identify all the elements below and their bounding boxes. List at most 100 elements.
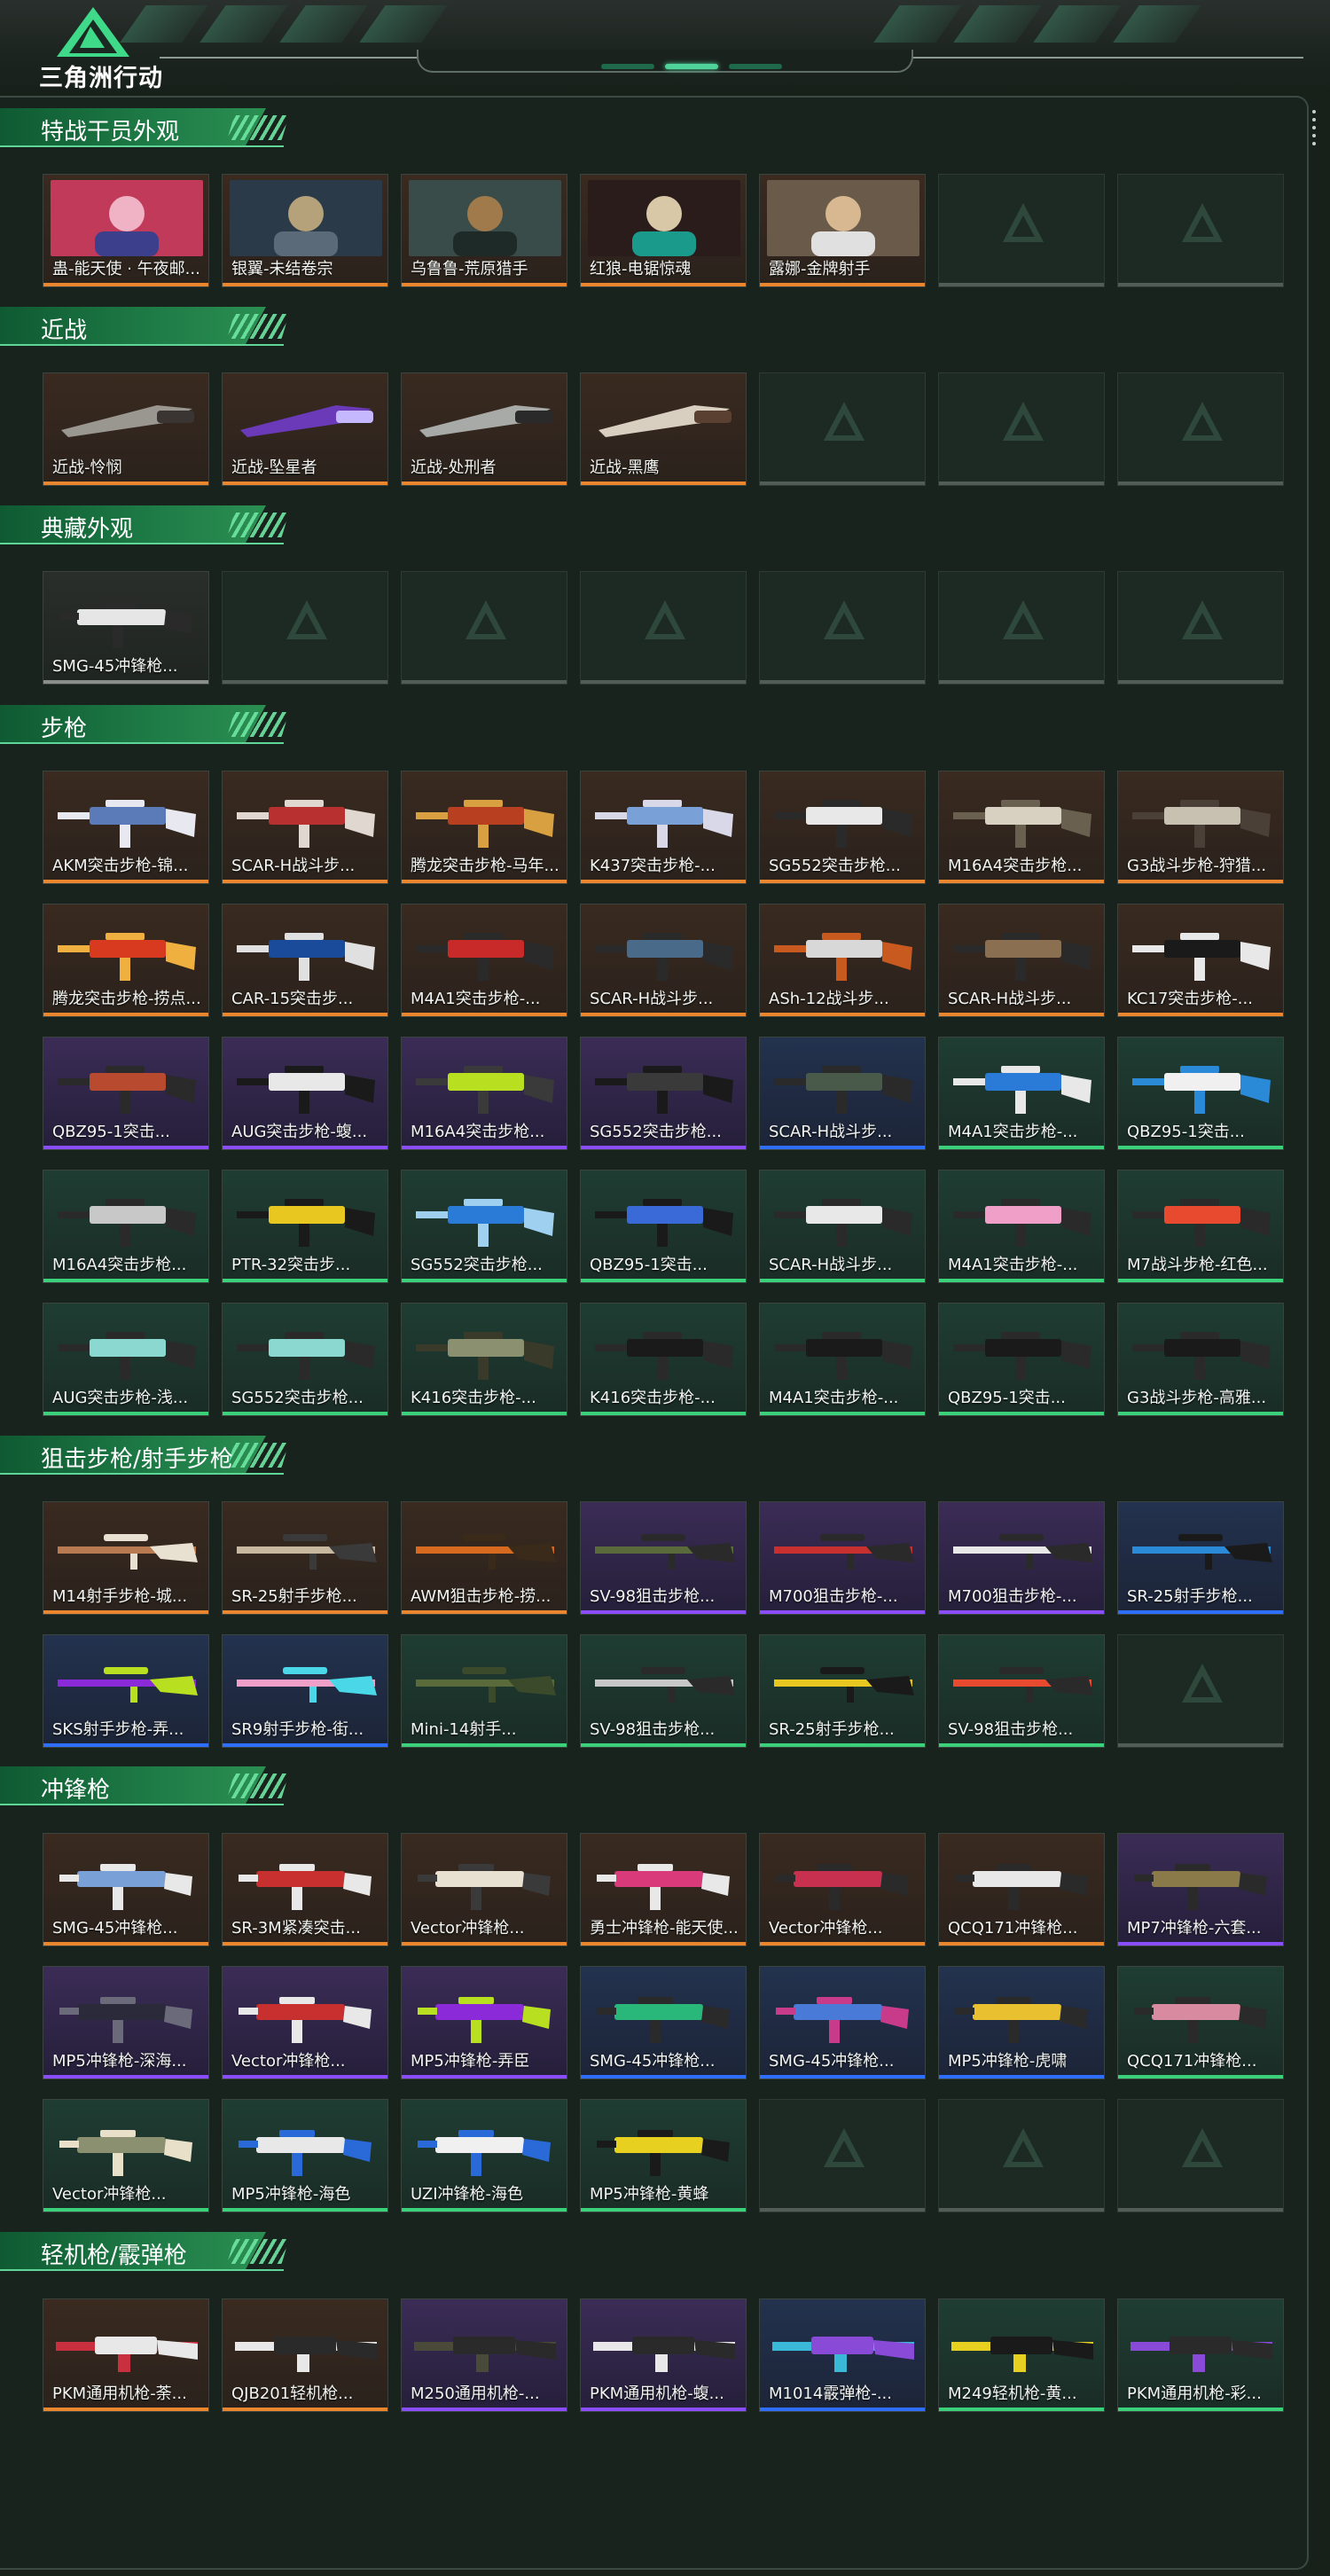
- item-name-label: SCAR-H战斗步...: [769, 1256, 893, 1274]
- skin-item-card[interactable]: SKS射手步枪-弄...: [43, 1634, 209, 1748]
- skin-item-card[interactable]: SV-98狙击步枪...: [580, 1634, 747, 1748]
- skin-item-card[interactable]: PTR-32突击步...: [222, 1170, 388, 1283]
- operator-portrait: [588, 180, 740, 256]
- skin-item-card[interactable]: M16A4突击步枪...: [938, 771, 1105, 884]
- skin-item-card[interactable]: SR-25射手步枪...: [1117, 1501, 1284, 1615]
- skin-item-card[interactable]: 露娜-金牌射手: [759, 174, 926, 287]
- skin-item-card[interactable]: SG552突击步枪...: [759, 771, 926, 884]
- skin-item-card[interactable]: SR-25射手步枪...: [759, 1634, 926, 1748]
- skin-item-card[interactable]: ASh-12战斗步...: [759, 904, 926, 1017]
- skin-item-card[interactable]: M4A1突击步枪-...: [938, 1170, 1105, 1283]
- skin-item-card[interactable]: Vector冲锋枪...: [759, 1833, 926, 1946]
- skin-item-card[interactable]: SV-98狙击步枪...: [580, 1501, 747, 1615]
- skin-item-card[interactable]: M700狙击步枪-...: [938, 1501, 1105, 1615]
- skin-item-card[interactable]: SMG-45冲锋枪...: [43, 1833, 209, 1946]
- skin-item-card[interactable]: SMG-45冲锋枪...: [43, 571, 209, 685]
- skin-item-card[interactable]: 蛊-能天使 · 午夜邮...: [43, 174, 209, 287]
- skin-item-card[interactable]: 乌鲁鲁-荒原猎手: [401, 174, 567, 287]
- sniper-icon: [774, 1667, 914, 1703]
- skin-item-card[interactable]: QJB201轻机枪...: [222, 2298, 388, 2412]
- skin-item-card[interactable]: SV-98狙击步枪...: [938, 1634, 1105, 1748]
- skin-item-card[interactable]: UZI冲锋枪-海色: [401, 2099, 567, 2212]
- skin-item-card[interactable]: Vector冲锋枪...: [43, 2099, 209, 2212]
- skin-item-card[interactable]: M700狙击步枪-...: [759, 1501, 926, 1615]
- skin-item-card[interactable]: MP5冲锋枪-海色: [222, 2099, 388, 2212]
- skin-item-card[interactable]: SCAR-H战斗步...: [759, 1037, 926, 1150]
- skin-item-card[interactable]: M4A1突击步枪-...: [401, 904, 567, 1017]
- skin-item-card[interactable]: 银翼-未结卷宗: [222, 174, 388, 287]
- skin-item-card[interactable]: 勇士冲锋枪-能天使...: [580, 1833, 747, 1946]
- skin-item-card[interactable]: MP5冲锋枪-深海...: [43, 1966, 209, 2079]
- skin-item-card[interactable]: QBZ95-1突击...: [938, 1303, 1105, 1416]
- skin-item-card[interactable]: Vector冲锋枪...: [222, 1966, 388, 2079]
- skin-item-card[interactable]: M1014霰弹枪-...: [759, 2298, 926, 2412]
- skin-item-card[interactable]: 近战-坠星者: [222, 372, 388, 486]
- skin-item-card[interactable]: QCQ171冲锋枪...: [938, 1833, 1105, 1946]
- skin-item-card[interactable]: MP7冲锋枪-六套...: [1117, 1833, 1284, 1946]
- skin-item-card[interactable]: CAR-15突击步...: [222, 904, 388, 1017]
- skin-item-card[interactable]: PKM通用机枪-彩...: [1117, 2298, 1284, 2412]
- rarity-bar: [581, 1279, 746, 1282]
- skin-item-card[interactable]: K416突击步枪-...: [580, 1303, 747, 1416]
- skin-item-card[interactable]: M4A1突击步枪-...: [938, 1037, 1105, 1150]
- skin-item-card[interactable]: KC17突击步枪-...: [1117, 904, 1284, 1017]
- skin-item-card[interactable]: 腾龙突击步枪-捞点...: [43, 904, 209, 1017]
- sniper-icon: [58, 1667, 198, 1703]
- skin-item-card[interactable]: MP5冲锋枪-黄蜂: [580, 2099, 747, 2212]
- skin-item-card[interactable]: Vector冲锋枪...: [401, 1833, 567, 1946]
- skin-item-card[interactable]: SCAR-H战斗步...: [580, 904, 747, 1017]
- item-name-label: MP5冲锋枪-深海...: [52, 2052, 187, 2071]
- skin-item-card[interactable]: AUG突击步枪-蝮...: [222, 1037, 388, 1150]
- skin-item-card[interactable]: SG552突击步枪...: [222, 1303, 388, 1416]
- skin-item-card[interactable]: M16A4突击步枪...: [43, 1170, 209, 1283]
- skin-item-card[interactable]: M7战斗步枪-红色...: [1117, 1170, 1284, 1283]
- skin-item-card[interactable]: QBZ95-1突击...: [580, 1170, 747, 1283]
- rarity-bar: [43, 283, 208, 286]
- skin-item-card[interactable]: M249轻机枪-黄...: [938, 2298, 1105, 2412]
- skin-item-card[interactable]: K416突击步枪-...: [401, 1303, 567, 1416]
- skin-item-card[interactable]: MP5冲锋枪-弄臣: [401, 1966, 567, 2079]
- rarity-bar: [760, 1942, 925, 1946]
- skin-item-card[interactable]: QCQ171冲锋枪...: [1117, 1966, 1284, 2079]
- skin-item-card[interactable]: M250通用机枪-...: [401, 2298, 567, 2412]
- skin-item-card[interactable]: AUG突击步枪-浅...: [43, 1303, 209, 1416]
- skin-item-card[interactable]: SMG-45冲锋枪...: [759, 1966, 926, 2079]
- skin-item-card[interactable]: M14射手步枪-城...: [43, 1501, 209, 1615]
- skin-item-card[interactable]: SG552突击步枪...: [580, 1037, 747, 1150]
- skin-item-card[interactable]: MP5冲锋枪-虎啸: [938, 1966, 1105, 2079]
- skin-item-card[interactable]: SCAR-H战斗步...: [222, 771, 388, 884]
- empty-slot-delta-icon: [1182, 402, 1223, 441]
- skin-item-card[interactable]: G3战斗步枪-高雅...: [1117, 1303, 1284, 1416]
- item-name-label: MP5冲锋枪-黄蜂: [590, 2185, 709, 2204]
- skin-item-card[interactable]: PKM通用机枪-蝮...: [580, 2298, 747, 2412]
- skin-item-card[interactable]: 近战-处刑者: [401, 372, 567, 486]
- skin-item-card[interactable]: SR9射手步枪-街...: [222, 1634, 388, 1748]
- skin-item-card[interactable]: SMG-45冲锋枪...: [580, 1966, 747, 2079]
- skin-item-card[interactable]: M16A4突击步枪...: [401, 1037, 567, 1150]
- slot-bottom-bar: [939, 482, 1104, 485]
- skin-item-card[interactable]: SR-3M紧凑突击...: [222, 1833, 388, 1946]
- skin-item-card[interactable]: M4A1突击步枪-...: [759, 1303, 926, 1416]
- skin-item-card[interactable]: 红狼-电锯惊魂: [580, 174, 747, 287]
- rarity-bar: [939, 1743, 1104, 1747]
- item-name-label: MP5冲锋枪-海色: [231, 2185, 351, 2204]
- skin-item-card[interactable]: G3战斗步枪-狩猎...: [1117, 771, 1284, 884]
- skin-item-card[interactable]: SR-25射手步枪...: [222, 1501, 388, 1615]
- skin-item-card[interactable]: AKM突击步枪-锦...: [43, 771, 209, 884]
- skin-item-card[interactable]: SG552突击步枪...: [401, 1170, 567, 1283]
- skin-item-card[interactable]: QBZ95-1突击...: [43, 1037, 209, 1150]
- item-name-label: M4A1突击步枪-...: [948, 1256, 1078, 1274]
- skin-item-card[interactable]: SCAR-H战斗步...: [759, 1170, 926, 1283]
- skin-item-card[interactable]: AWM狙击步枪-捞...: [401, 1501, 567, 1615]
- skin-item-card[interactable]: K437突击步枪-...: [580, 771, 747, 884]
- skin-item-card[interactable]: QBZ95-1突击...: [1117, 1037, 1284, 1150]
- skin-item-card[interactable]: 近战-黑鹰: [580, 372, 747, 486]
- skin-item-card[interactable]: 近战-怜悯: [43, 372, 209, 486]
- rarity-bar: [581, 2208, 746, 2212]
- skin-item-card[interactable]: 腾龙突击步枪-马年...: [401, 771, 567, 884]
- skin-item-card[interactable]: PKM通用机枪-荼...: [43, 2298, 209, 2412]
- skin-item-card[interactable]: SCAR-H战斗步...: [938, 904, 1105, 1017]
- skin-item-card[interactable]: Mini-14射手...: [401, 1634, 567, 1748]
- slot-bottom-bar: [760, 482, 925, 485]
- scrollbar[interactable]: [1312, 110, 1318, 150]
